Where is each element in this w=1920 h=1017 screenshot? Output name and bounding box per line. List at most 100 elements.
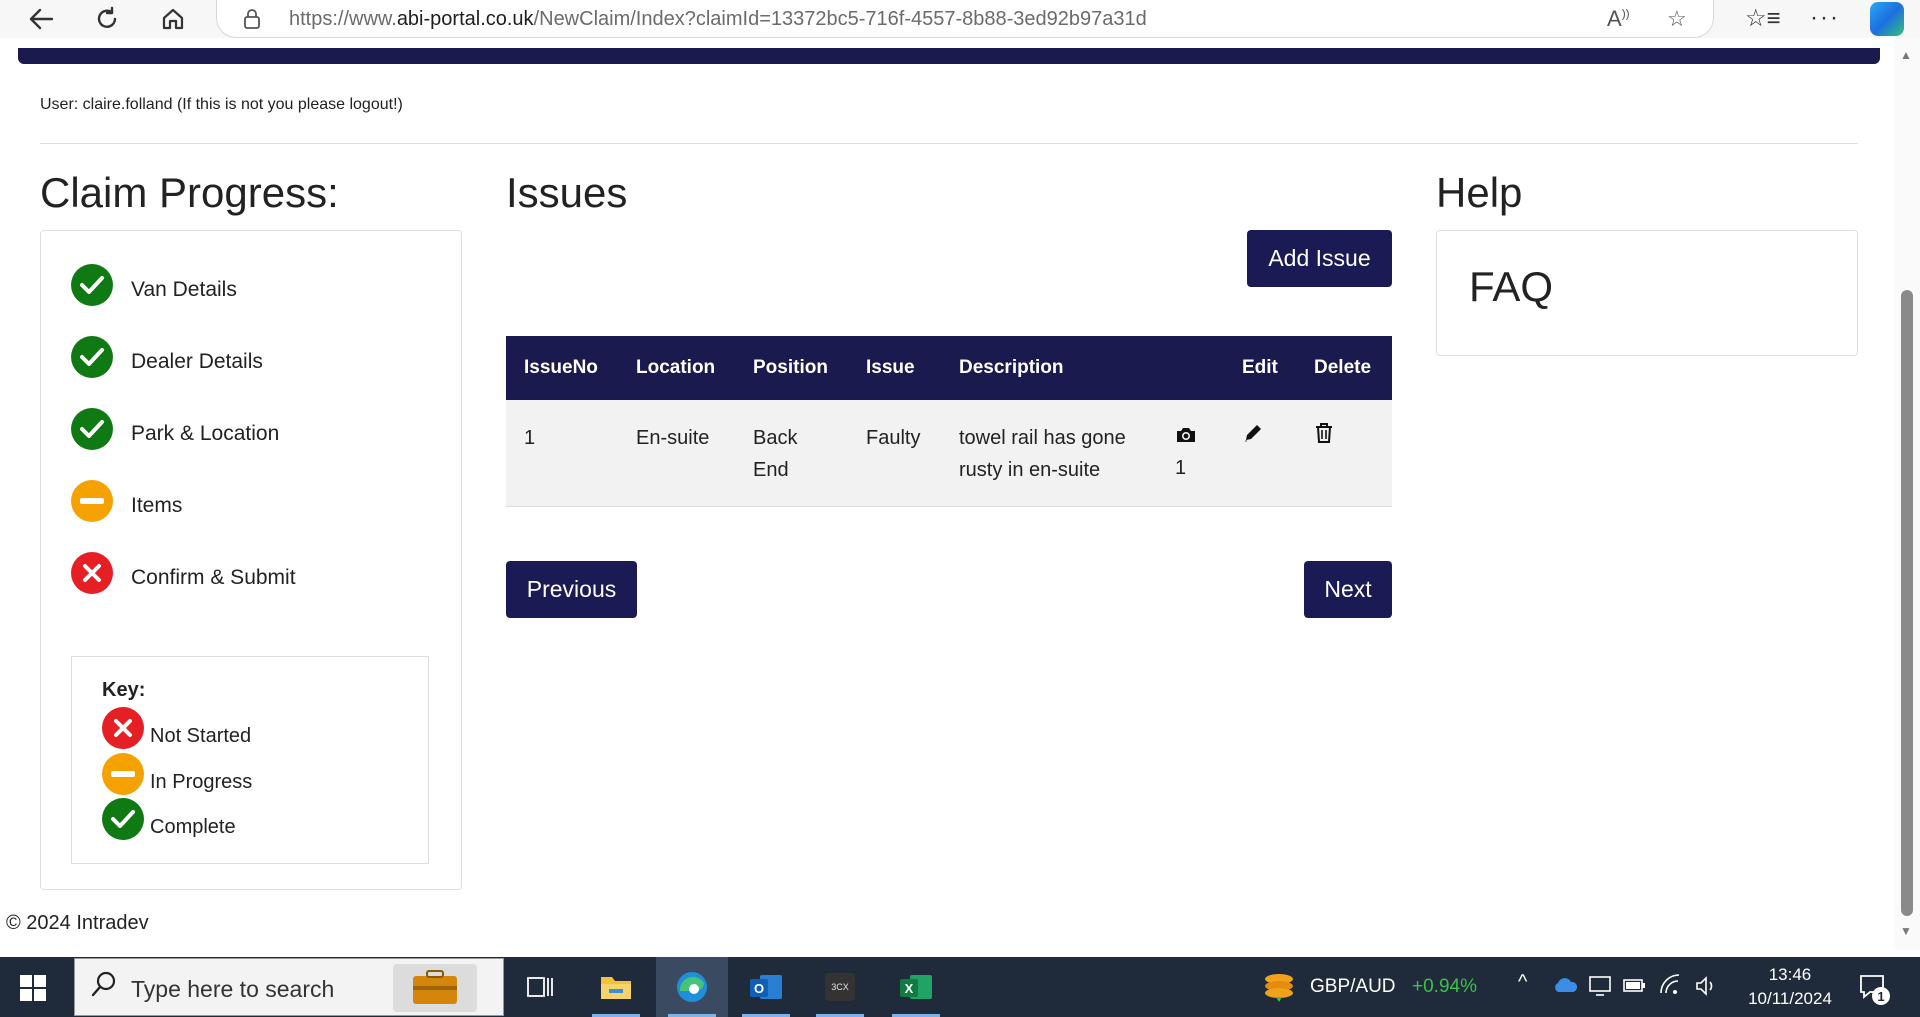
step-items[interactable]: Items	[71, 479, 182, 523]
page-scrollbar[interactable]: ▲ ▼	[1894, 38, 1920, 950]
step-dealer-details[interactable]: Dealer Details	[71, 335, 263, 379]
home-icon[interactable]	[156, 4, 190, 34]
step-label: Items	[131, 494, 183, 517]
clock-time: 13:46	[1768, 965, 1812, 984]
cell-edit	[1224, 400, 1296, 507]
previous-button[interactable]: Previous	[506, 561, 637, 618]
edge-browser-icon[interactable]	[656, 957, 728, 1017]
show-hidden-icons-chevron-icon[interactable]: ^	[1518, 971, 1527, 994]
windows-taskbar: Type here to search O 3CX X GBP/AUD +0.9…	[0, 957, 1920, 1017]
notifications-icon[interactable]: 1	[1858, 973, 1890, 1008]
cell-photos: 1	[1157, 400, 1224, 507]
windows-start-icon[interactable]	[20, 975, 46, 1006]
file-explorer-icon[interactable]	[580, 957, 652, 1017]
not-started-x-icon	[71, 552, 113, 594]
read-aloud-icon[interactable]: A))	[1607, 6, 1630, 32]
in-progress-minus-icon	[71, 480, 113, 522]
step-park-location[interactable]: Park & Location	[71, 407, 279, 451]
taskbar-search-input[interactable]: Type here to search	[74, 958, 504, 1016]
ticker-change: +0.94%	[1412, 976, 1477, 997]
in-progress-minus-icon	[102, 753, 144, 795]
progress-card: Van Details Dealer Details Park & Locati…	[40, 230, 462, 890]
outlook-icon[interactable]: O	[730, 957, 802, 1017]
cell-issue: Faulty	[848, 400, 941, 507]
svg-text:X: X	[905, 981, 914, 996]
briefcase-icon[interactable]	[393, 964, 477, 1012]
issues-title: Issues	[506, 169, 628, 216]
key-not-started: Not Started	[102, 707, 251, 749]
scroll-thumb[interactable]	[1901, 290, 1913, 916]
cell-delete	[1296, 400, 1392, 507]
excel-icon[interactable]: X	[880, 957, 952, 1017]
site-navbar	[18, 48, 1880, 64]
complete-check-icon	[102, 798, 144, 840]
add-issue-button[interactable]: Add Issue	[1247, 230, 1392, 287]
delete-trash-icon[interactable]	[1314, 422, 1392, 454]
lock-icon[interactable]	[243, 9, 261, 34]
notification-count: 1	[1872, 987, 1890, 1005]
photo-count: 1	[1175, 457, 1187, 479]
address-bar[interactable]: https://www.abi-portal.co.uk/NewClaim/In…	[216, 0, 1714, 38]
currency-coins-icon[interactable]	[1262, 971, 1296, 1008]
step-label: Park & Location	[131, 422, 280, 445]
refresh-icon[interactable]	[90, 4, 124, 34]
step-van-details[interactable]: Van Details	[71, 263, 237, 307]
complete-check-icon	[71, 264, 113, 306]
table-header-row: IssueNo Location Position Issue Descript…	[506, 336, 1392, 400]
step-confirm-submit[interactable]: Confirm & Submit	[71, 551, 296, 595]
copilot-icon[interactable]	[1870, 2, 1904, 36]
browser-toolbar: https://www.abi-portal.co.uk/NewClaim/In…	[0, 0, 1920, 38]
col-header	[1157, 336, 1224, 400]
camera-icon[interactable]	[1175, 422, 1224, 450]
complete-check-icon	[71, 408, 113, 450]
back-arrow-icon[interactable]	[24, 4, 58, 34]
faq-link[interactable]: FAQ	[1469, 263, 1553, 311]
col-header: Issue	[848, 336, 941, 400]
wifi-icon[interactable]	[1658, 973, 1682, 1002]
col-header: Location	[618, 336, 735, 400]
page-content: User: claire.folland (If this is not you…	[0, 38, 1894, 950]
url-text[interactable]: https://www.abi-portal.co.uk/NewClaim/In…	[289, 8, 1147, 31]
ticker-pair: GBP/AUD	[1310, 976, 1396, 997]
key-title: Key:	[102, 679, 146, 701]
taskbar-clock[interactable]: 13:46 10/11/2024	[1730, 963, 1850, 1011]
favorites-icon[interactable]: ☆≡	[1745, 4, 1781, 33]
key-label: Complete	[150, 815, 236, 838]
status-key: Key: Not Started In Progress Complete	[71, 656, 429, 864]
scroll-up-arrow-icon[interactable]: ▲	[1900, 48, 1912, 62]
battery-icon[interactable]	[1622, 975, 1648, 1000]
onedrive-cloud-icon[interactable]	[1552, 977, 1578, 998]
user-info: User: claire.folland (If this is not you…	[40, 96, 403, 113]
progress-title: Claim Progress:	[40, 169, 339, 216]
cell-location: En-suite	[618, 400, 735, 507]
step-label: Dealer Details	[131, 350, 263, 373]
cell-issue-no: 1	[506, 400, 618, 507]
favorite-star-icon[interactable]: ☆	[1667, 6, 1687, 32]
help-title: Help	[1436, 169, 1523, 216]
volume-icon[interactable]	[1694, 975, 1718, 1002]
next-button[interactable]: Next	[1304, 561, 1392, 618]
search-icon	[91, 971, 117, 1006]
col-header: Edit	[1224, 336, 1296, 400]
col-header: Description	[941, 336, 1157, 400]
edit-pencil-icon[interactable]	[1242, 422, 1296, 454]
clock-date: 10/11/2024	[1748, 989, 1832, 1008]
step-label: Van Details	[131, 278, 237, 301]
table-row: 1 En-suite Back End Faulty towel rail ha…	[506, 400, 1392, 507]
issues-table: IssueNo Location Position Issue Descript…	[506, 336, 1392, 507]
more-options-icon[interactable]: ···	[1810, 4, 1840, 32]
url-prefix: https://www.	[289, 8, 397, 30]
remote-display-icon[interactable]	[1588, 975, 1612, 1002]
scroll-down-arrow-icon[interactable]: ▼	[1900, 924, 1912, 938]
footer-copyright: © 2024 Intradev	[6, 912, 149, 934]
divider	[40, 143, 1858, 144]
3cx-app-icon[interactable]: 3CX	[804, 957, 876, 1017]
key-complete: Complete	[102, 798, 236, 840]
step-label: Confirm & Submit	[131, 566, 296, 589]
task-view-icon[interactable]	[504, 957, 576, 1017]
search-placeholder: Type here to search	[131, 976, 335, 1002]
col-header: IssueNo	[506, 336, 618, 400]
cell-position: Back End	[735, 400, 848, 507]
url-domain: abi-portal.co.uk	[396, 8, 534, 30]
help-card: FAQ	[1436, 230, 1858, 356]
